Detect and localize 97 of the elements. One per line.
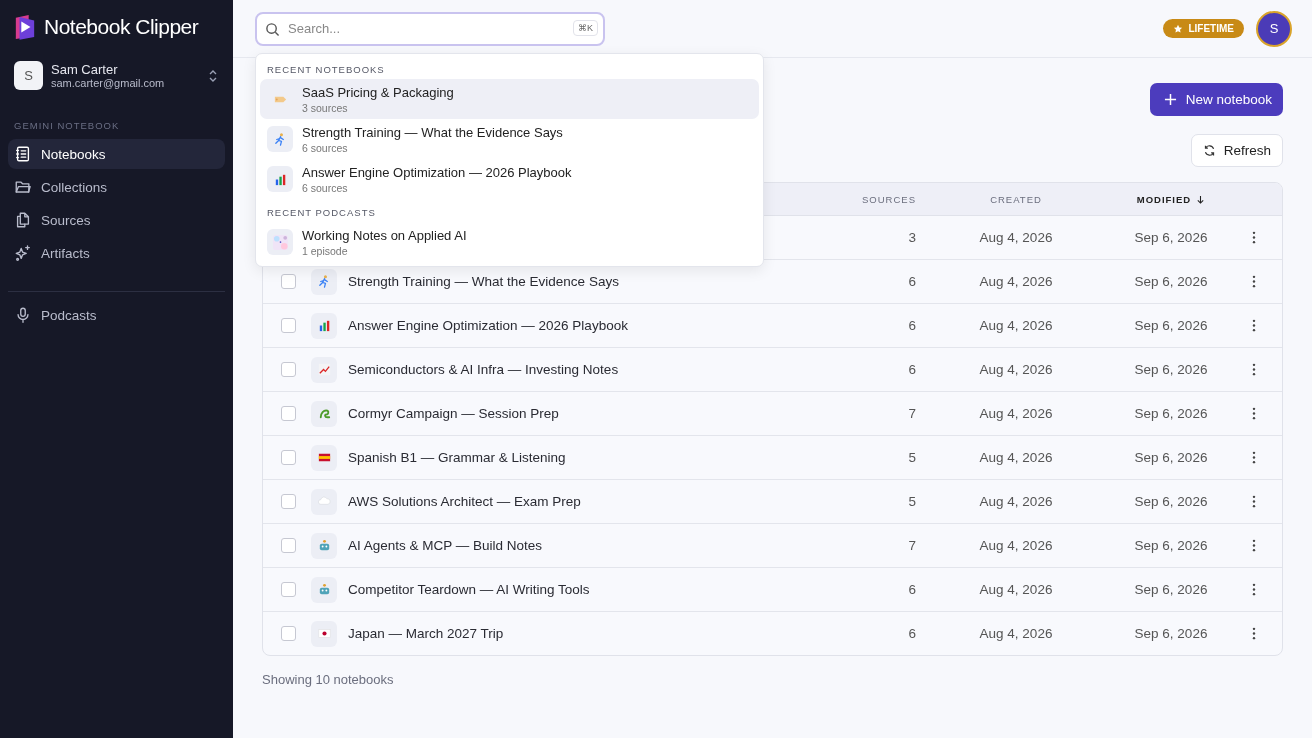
table-cell-text: 6 (907, 362, 916, 377)
more-options-icon[interactable] (1252, 627, 1256, 640)
search-result[interactable]: Answer Engine Optimization — 2026 Playbook 6 sources (260, 159, 759, 199)
table-cell-text: Aug 4, 2026 (978, 318, 1054, 333)
new-notebook-button[interactable]: New notebook (1149, 83, 1283, 116)
trend-chart-icon (316, 362, 332, 377)
row-checkbox[interactable] (280, 274, 296, 289)
table-cell-text: 6 (907, 274, 916, 289)
row-checkbox[interactable] (280, 494, 296, 509)
search-result[interactable]: SaaS Pricing & Packaging 3 sources (260, 79, 759, 119)
table-cell-text: Aug 4, 2026 (978, 494, 1054, 509)
more-options-icon[interactable] (1252, 495, 1256, 508)
column-header[interactable]: SOURCES (816, 193, 916, 205)
account-name: Sam Carter (51, 62, 119, 77)
podcast-cover-icon (272, 234, 288, 250)
table-cell-text: Sep 6, 2026 (1133, 230, 1209, 245)
search-result[interactable]: Working Notes on Applied AI 1 episode (260, 222, 759, 262)
plan-badge: LIFETIME (1163, 19, 1244, 38)
table-cell-text: Aug 4, 2026 (978, 538, 1054, 553)
table-cell-text: Aug 4, 2026 (978, 582, 1054, 597)
table-cell-text: Aug 4, 2026 (978, 362, 1054, 377)
table-cell-text: Aug 4, 2026 (978, 450, 1054, 465)
plus-icon (1163, 93, 1177, 106)
notebook-icon (14, 145, 32, 163)
nav-item[interactable]: Notebooks (8, 139, 225, 169)
table-cell-text: 6 (907, 582, 916, 597)
files-icon (14, 211, 32, 229)
table-cell-text: Sep 6, 2026 (1133, 318, 1209, 333)
refresh-button[interactable]: Refresh (1190, 134, 1283, 167)
table-cell-text: 5 (907, 450, 916, 465)
nav-item[interactable]: Podcasts (8, 300, 225, 330)
notebook-title[interactable]: Strength Training — What the Evidence Says (348, 274, 619, 289)
notebook-title[interactable]: AWS Solutions Architect — Exam Prep (348, 494, 581, 509)
notebook-title[interactable]: Cormyr Campaign — Session Prep (348, 406, 559, 421)
table-cell-text: 7 (907, 406, 916, 421)
table-cell-text: Sep 6, 2026 (1133, 626, 1209, 641)
more-options-icon[interactable] (1252, 363, 1256, 376)
more-options-icon[interactable] (1252, 451, 1256, 464)
notebook-title[interactable]: Competitor Teardown — AI Writing Tools (348, 582, 590, 597)
more-options-icon[interactable] (1252, 583, 1256, 596)
table-cell-text: Sep 6, 2026 (1133, 274, 1209, 289)
table-cell-text: 3 (907, 230, 916, 245)
more-options-icon[interactable] (1252, 539, 1256, 552)
sparkles-icon (14, 244, 32, 262)
section-label: RECENT NOTEBOOKS (266, 63, 386, 77)
row-checkbox[interactable] (280, 362, 296, 377)
table-cell-text: Aug 4, 2026 (978, 230, 1054, 245)
table-cell-text: Sep 6, 2026 (1133, 450, 1209, 465)
notebook-title[interactable]: Japan — March 2027 Trip (348, 626, 504, 641)
search-icon (265, 21, 280, 37)
row-checkbox[interactable] (280, 626, 296, 641)
app-name: Notebook Clipper (44, 15, 199, 39)
nav-item[interactable]: Sources (8, 205, 225, 235)
row-checkbox[interactable] (280, 450, 296, 465)
account-switcher[interactable]: S Sam Carter sam.carter@gmail.com (8, 57, 225, 94)
notebook-title[interactable]: Answer Engine Optimization — 2026 Playbook (348, 318, 628, 333)
logo-icon (14, 13, 36, 41)
row-checkbox[interactable] (280, 538, 296, 553)
more-options-icon[interactable] (1252, 407, 1256, 420)
table-cell-text: Aug 4, 2026 (978, 626, 1054, 641)
column-header[interactable]: MODIFIED (1116, 193, 1226, 205)
more-options-icon[interactable] (1252, 319, 1256, 332)
nav-item[interactable]: Artifacts (8, 238, 225, 268)
table-cell-text: Sep 6, 2026 (1133, 582, 1209, 597)
account-email: sam.carter@gmail.com (51, 77, 166, 89)
table-cell-text: 7 (907, 538, 916, 553)
row-checkbox[interactable] (280, 582, 296, 597)
table-cell-text: Sep 6, 2026 (1133, 494, 1209, 509)
table-cell-text: Aug 4, 2026 (978, 274, 1054, 289)
result-count: Showing 10 notebooks (262, 672, 395, 687)
more-options-icon[interactable] (1252, 275, 1256, 288)
account-avatar: S (14, 61, 43, 90)
nav-item[interactable]: Collections (8, 172, 225, 202)
user-avatar[interactable]: S (1256, 10, 1292, 47)
row-checkbox[interactable] (280, 406, 296, 421)
table-cell-text: Sep 6, 2026 (1133, 406, 1209, 421)
row-checkbox[interactable] (280, 318, 296, 333)
sort-down-icon (1196, 194, 1206, 204)
column-header[interactable]: CREATED (916, 193, 1116, 205)
table-cell-text: 5 (907, 494, 916, 509)
refresh-icon (1202, 144, 1216, 157)
more-options-icon[interactable] (1252, 231, 1256, 244)
notebook-title[interactable]: Spanish B1 — Grammar & Listening (348, 450, 566, 465)
table-cell-text: Sep 6, 2026 (1133, 538, 1209, 553)
folder-icon (14, 178, 32, 196)
flag-icon (316, 626, 332, 641)
section-label: GEMINI NOTEBOOK (14, 120, 121, 131)
section-label: RECENT PODCASTS (266, 206, 377, 220)
notebook-title[interactable]: Semiconductors & AI Infra — Investing Notes (348, 362, 619, 377)
table-cell-text: 6 (907, 626, 916, 641)
star-icon (1173, 23, 1184, 34)
table-cell-text: Aug 4, 2026 (978, 406, 1054, 421)
search-result[interactable]: Strength Training — What the Evidence Says 6 sources (260, 119, 759, 159)
notebook-title[interactable]: AI Agents & MCP — Build Notes (348, 538, 543, 553)
table-cell-text: 6 (907, 318, 916, 333)
table-cell-text: Sep 6, 2026 (1133, 362, 1209, 377)
microphone-icon (14, 306, 32, 324)
